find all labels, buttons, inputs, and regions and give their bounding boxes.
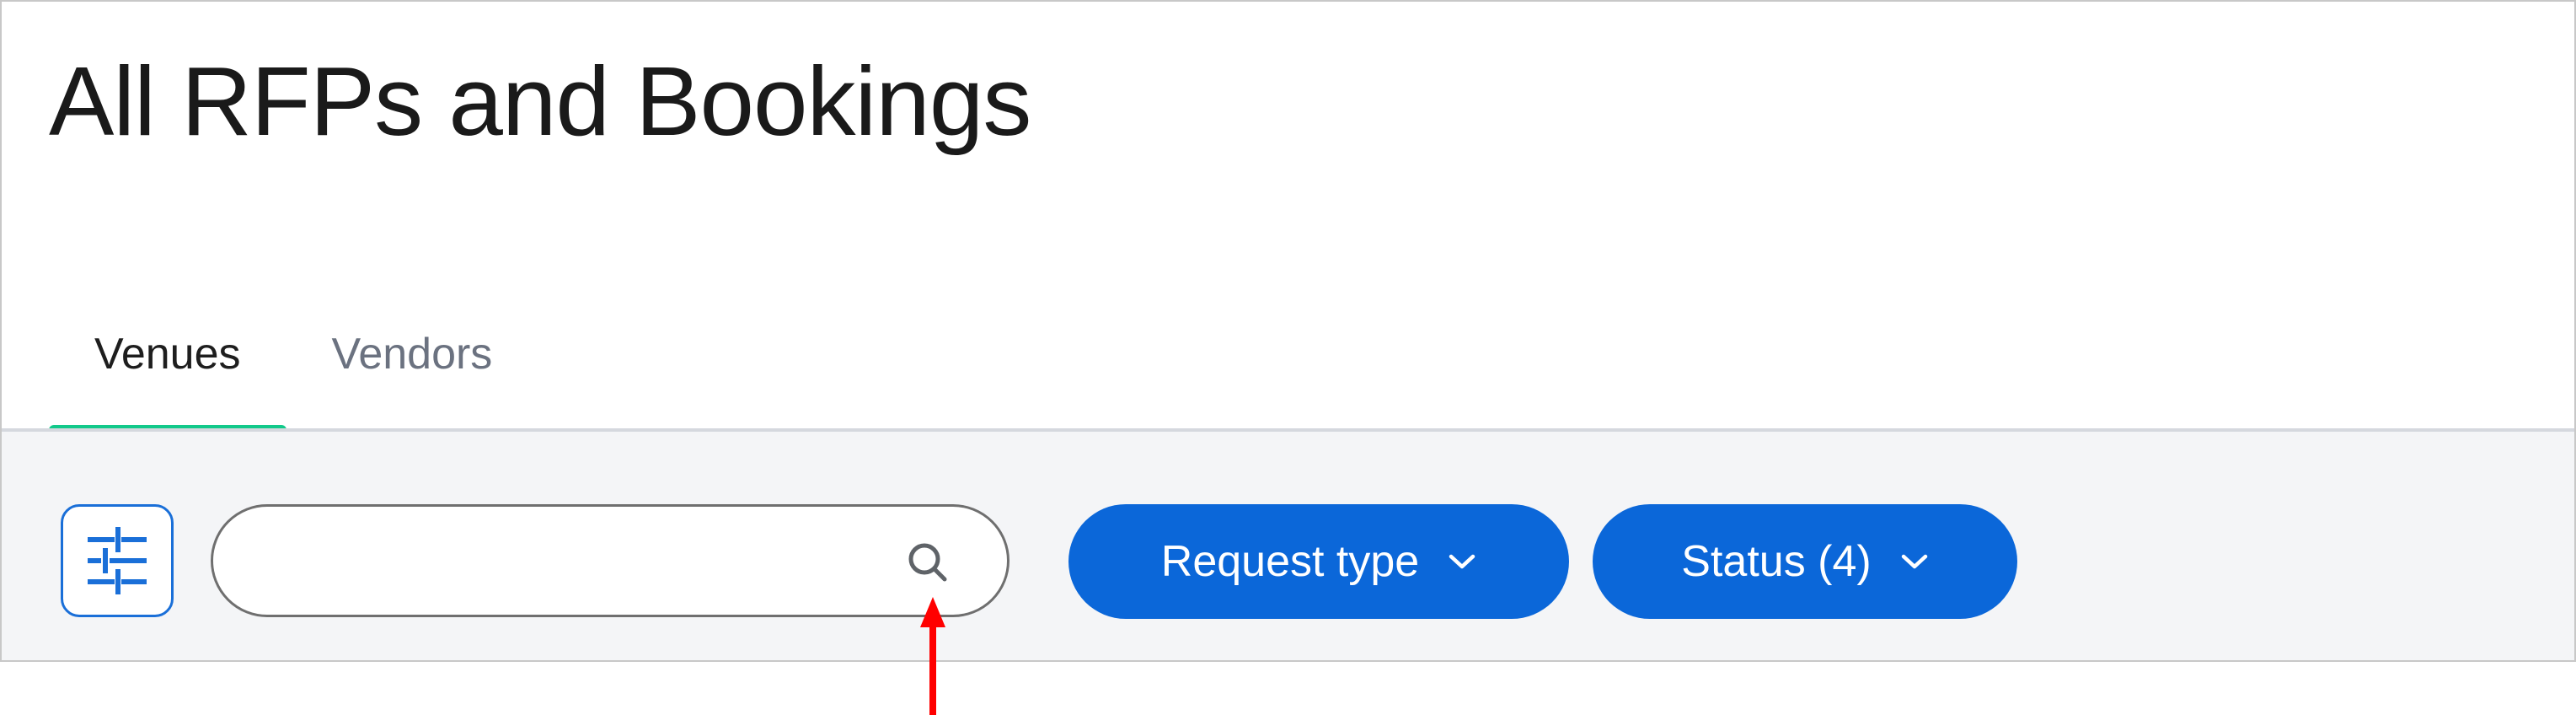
- status-label: Status (4): [1681, 537, 1872, 586]
- tab-vendors[interactable]: Vendors: [287, 322, 538, 428]
- chevron-down-icon: [1900, 552, 1929, 571]
- tab-vendors-label: Vendors: [331, 330, 493, 379]
- request-type-dropdown[interactable]: Request type: [1068, 504, 1569, 619]
- tab-bar: Venues Vendors: [49, 322, 538, 435]
- page-container: All RFPs and Bookings Venues Vendors Req…: [0, 0, 2576, 662]
- search-input[interactable]: [247, 507, 908, 616]
- sliders-icon: [88, 527, 147, 594]
- status-dropdown[interactable]: Status (4): [1593, 504, 2017, 619]
- filter-toolbar: Request type Status (4): [2, 428, 2574, 660]
- chevron-down-icon: [1448, 552, 1476, 571]
- filters-button[interactable]: [61, 504, 174, 617]
- search-icon[interactable]: [904, 539, 951, 586]
- annotation-arrow-icon: [920, 597, 945, 715]
- search-field[interactable]: [211, 504, 1010, 617]
- tab-venues[interactable]: Venues: [49, 322, 287, 435]
- tab-venues-label: Venues: [94, 330, 241, 379]
- page-title: All RFPs and Bookings: [49, 46, 1031, 156]
- request-type-label: Request type: [1160, 537, 1420, 586]
